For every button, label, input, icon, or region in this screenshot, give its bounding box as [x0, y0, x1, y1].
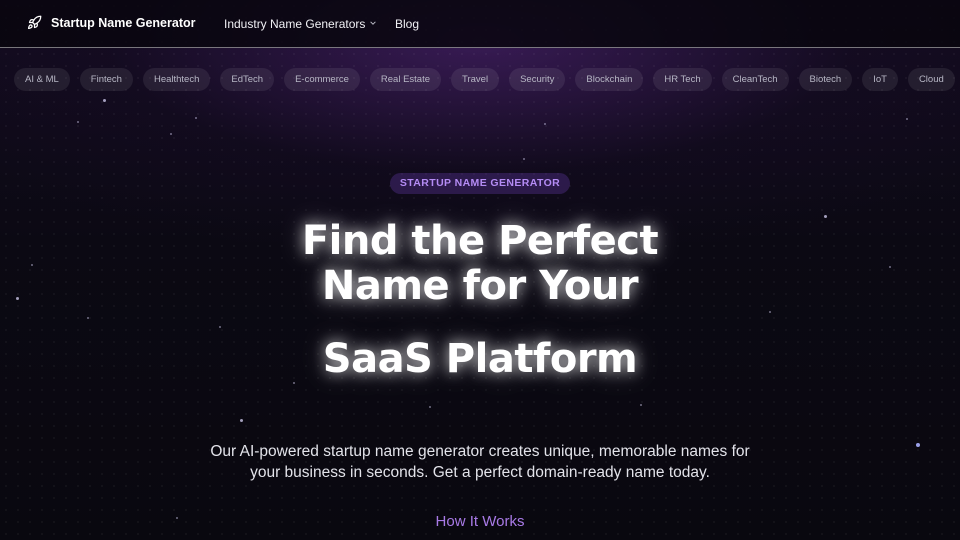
star-decoration [906, 118, 908, 120]
industry-chip[interactable]: E-commerce [284, 68, 360, 91]
star-decoration [219, 326, 221, 328]
industry-chip[interactable]: IoT [862, 68, 898, 91]
star-decoration [544, 123, 546, 125]
industry-chip[interactable]: EdTech [220, 68, 275, 91]
hero-headline-rotating-word: SaaS Platform [322, 336, 638, 382]
nav-industry-generators-dropdown[interactable]: Industry Name Generators [224, 17, 377, 31]
brand-name: Startup Name Generator [51, 15, 196, 30]
hero-headline-line-2: Name for Your [321, 263, 639, 309]
star-decoration [429, 406, 431, 408]
hero-badge: STARTUP NAME GENERATOR [390, 173, 570, 194]
industry-chip[interactable]: Blockchain [575, 68, 644, 91]
hero-subtitle-line-1: Our AI-powered startup name generator cr… [210, 443, 750, 460]
industry-chip[interactable]: Travel [451, 68, 500, 91]
industry-chip[interactable]: Fintech [79, 68, 133, 91]
industry-chip-row: AI & ML Fintech Healthtech EdTech E-commerce… [14, 68, 960, 92]
rocket-icon [27, 15, 42, 30]
star-decoration [769, 311, 771, 313]
industry-chip[interactable]: Healthtech [142, 68, 211, 91]
star-decoration [77, 121, 79, 123]
industry-chip[interactable]: CleanTech [721, 68, 789, 91]
chevron-down-icon [369, 19, 377, 29]
star-decoration [640, 404, 642, 406]
star-decoration [916, 443, 920, 447]
star-decoration [240, 419, 243, 422]
hero-headline-line-1: Find the Perfect [301, 218, 659, 264]
how-it-works-link[interactable]: How It Works [0, 513, 960, 530]
star-decoration [87, 317, 89, 319]
industry-chip[interactable]: Biotech [798, 68, 853, 91]
hero-subtitle-line-2: your business in seconds. Get a perfect … [250, 464, 710, 481]
industry-chip[interactable]: Security [509, 68, 566, 91]
star-decoration [195, 117, 197, 119]
brand-logo[interactable]: Startup Name Generator [27, 15, 195, 30]
nav-industry-label: Industry Name Generators [224, 17, 366, 31]
nav-blog-link[interactable]: Blog [395, 17, 419, 31]
star-decoration [523, 158, 525, 160]
industry-chip[interactable]: Real Estate [369, 68, 442, 91]
star-decoration [293, 382, 295, 384]
top-navbar: Startup Name Generator Industry Name Gen… [0, 0, 960, 48]
star-decoration [103, 99, 106, 102]
star-decoration [170, 133, 172, 135]
industry-chip[interactable]: AI & ML [14, 68, 70, 91]
industry-chip[interactable]: Cloud [907, 68, 955, 91]
industry-chip[interactable]: HR Tech [653, 68, 712, 91]
page: Startup Name Generator Industry Name Gen… [0, 0, 960, 540]
